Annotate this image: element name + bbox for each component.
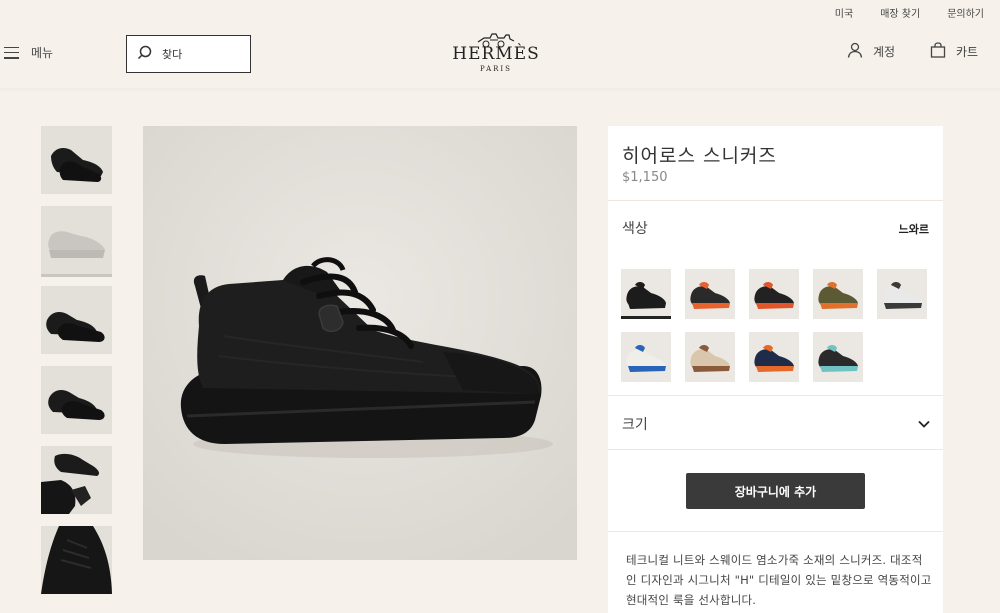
sneaker-swatch-image	[813, 332, 863, 382]
cart-label: 카트	[956, 45, 979, 59]
color-swatch-black-orange-2[interactable]	[749, 269, 799, 319]
sneaker-swatch-image	[877, 269, 927, 319]
chevron-down-icon[interactable]	[917, 416, 931, 435]
color-swatch-black-teal[interactable]	[813, 332, 863, 382]
search-input[interactable]: 찾다	[126, 35, 251, 73]
product-description: 테크니컬 니트와 스웨이드 염소가죽 소재의 스니커즈. 대조적인 디자인과 시…	[626, 553, 932, 607]
product-price: $1,150	[622, 170, 668, 185]
sneaker-grey-image	[41, 206, 112, 274]
sneaker-swatch-image	[685, 332, 735, 382]
color-swatch-beige-brown[interactable]	[685, 332, 735, 382]
menu-label: 메뉴	[31, 46, 54, 60]
sneaker-pair-side-image	[41, 286, 112, 354]
sneaker-worn-image	[41, 446, 112, 514]
color-swatches	[621, 269, 933, 382]
color-swatch-navy-orange[interactable]	[749, 332, 799, 382]
menu-button[interactable]: 메뉴	[4, 44, 53, 61]
brand-city: PARIS	[480, 65, 512, 73]
color-swatch-black-orange[interactable]	[685, 269, 735, 319]
sneaker-swatch-image	[749, 332, 799, 382]
divider	[608, 395, 943, 396]
sneaker-swatch-image	[685, 269, 735, 319]
divider	[608, 531, 943, 532]
selected-color-name: 느와르	[898, 223, 929, 236]
sneaker-swatch-image	[621, 269, 671, 319]
color-swatch-olive-orange[interactable]	[813, 269, 863, 319]
size-label: 크기	[622, 417, 648, 433]
user-icon	[847, 42, 863, 61]
color-swatch-black[interactable]	[621, 269, 671, 319]
account-button[interactable]: 계정	[847, 42, 895, 61]
add-to-cart-button[interactable]: 장바구니에 추가	[686, 473, 865, 509]
utility-link-contact[interactable]: 문의하기	[947, 5, 984, 20]
thumbnail-4[interactable]	[41, 366, 112, 434]
sneaker-swatch-image	[749, 269, 799, 319]
thumbnail-2[interactable]	[41, 206, 112, 277]
site-header: 메뉴 찾다 HERMÈS PARIS 계정 카트	[0, 24, 1000, 88]
thumbnail-3[interactable]	[41, 286, 112, 354]
utility-nav: 미국 매장 찾기 문의하기	[835, 0, 984, 24]
utility-link-region[interactable]: 미국	[835, 5, 853, 20]
brand-name: HERMÈS	[452, 44, 540, 64]
account-label: 계정	[873, 45, 896, 59]
divider	[608, 449, 943, 450]
search-icon	[137, 45, 152, 63]
sneaker-main-image	[143, 126, 577, 560]
shopping-bag-icon	[930, 42, 946, 61]
thumbnail-1[interactable]	[41, 126, 112, 194]
product-panel: 히어로스 스니커즈 $1,150 색상 느와르 크기 장바구니에 추가 테크니컬…	[608, 126, 943, 613]
main-product-image[interactable]	[143, 126, 577, 560]
sneaker-closeup-image	[41, 526, 112, 594]
color-label: 색상	[622, 221, 648, 237]
sneaker-swatch-image	[813, 269, 863, 319]
divider	[608, 200, 943, 201]
brand-logo[interactable]: HERMÈS PARIS	[446, 28, 546, 78]
sneaker-pair-back-image	[41, 366, 112, 434]
color-swatch-white-blue[interactable]	[621, 332, 671, 382]
hamburger-icon	[4, 46, 19, 59]
search-placeholder: 찾다	[162, 48, 183, 61]
thumbnail-5[interactable]	[41, 446, 112, 514]
sneaker-pair-image	[41, 126, 112, 194]
color-swatch-white-grey[interactable]	[877, 269, 927, 319]
cart-button[interactable]: 카트	[930, 42, 978, 61]
thumbnail-gallery	[41, 126, 112, 606]
header-shadow	[0, 88, 1000, 94]
carriage-logo-icon	[477, 33, 515, 48]
product-title: 히어로스 스니커즈	[622, 145, 777, 167]
utility-link-store-locator[interactable]: 매장 찾기	[880, 5, 920, 20]
sneaker-swatch-image	[621, 332, 671, 382]
thumbnail-6[interactable]	[41, 526, 112, 594]
